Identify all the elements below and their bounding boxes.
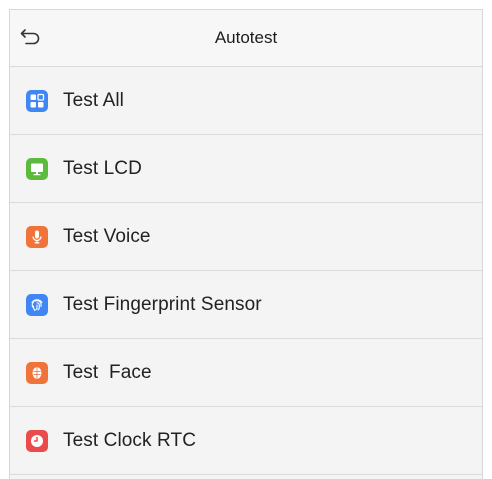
fingerprint-icon xyxy=(26,293,48,316)
menu-item-label: Test Fingerprint Sensor xyxy=(63,293,262,315)
menu-item-test-face[interactable]: Test Face xyxy=(10,339,482,407)
grid-icon xyxy=(26,89,48,112)
menu-item-test-clock-rtc[interactable]: Test Clock RTC xyxy=(10,407,482,475)
header-bar: Autotest xyxy=(10,10,482,67)
menu-item-label: Test Clock RTC xyxy=(63,429,197,451)
menu-item-label: Test LCD xyxy=(63,157,142,179)
menu-item-test-voice[interactable]: Test Voice xyxy=(10,203,482,271)
microphone-icon xyxy=(26,225,48,248)
monitor-icon xyxy=(26,157,48,180)
page-title: Autotest xyxy=(214,28,278,47)
clock-icon xyxy=(26,429,48,452)
menu-item-label: Test Face xyxy=(63,361,152,383)
menu-item-test-fingerprint-sensor[interactable]: Test Fingerprint Sensor xyxy=(10,271,482,339)
menu-item-test-all[interactable]: Test All xyxy=(10,67,482,135)
menu-item-test-lcd[interactable]: Test LCD xyxy=(10,135,482,203)
face-icon xyxy=(26,361,48,384)
menu-item-label: Test All xyxy=(63,89,124,111)
menu-item-label: Test Voice xyxy=(63,225,151,247)
autotest-screen: Autotest Test All Test LCD Test Voice Te… xyxy=(9,9,483,479)
